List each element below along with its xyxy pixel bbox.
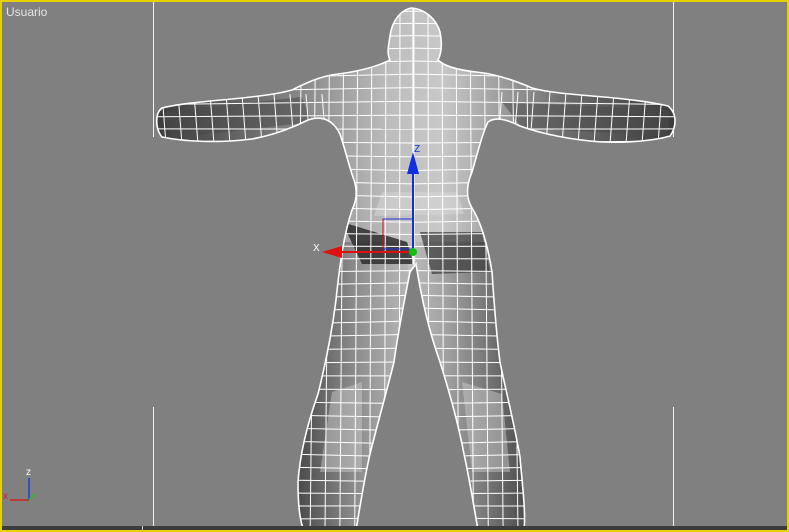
mesh-edge <box>156 491 414 495</box>
mesh-edge <box>294 8 303 530</box>
mesh-edge <box>412 477 675 483</box>
mesh-edge <box>412 35 675 41</box>
perspective-viewport[interactable]: Z X z x Usuario <box>0 0 789 532</box>
gizmo-z-label: Z <box>414 144 420 155</box>
mesh-edge <box>156 464 414 470</box>
mesh-edge <box>156 517 414 521</box>
mesh-edge <box>156 60 414 68</box>
tripod-y-axis <box>28 493 36 501</box>
tripod-x-label: x <box>3 491 8 502</box>
mesh-edge <box>525 8 534 530</box>
mesh-edge <box>412 424 675 432</box>
viewport-bottom-strip <box>2 526 787 530</box>
mesh-edge <box>156 450 414 458</box>
gizmo-y-axis-point[interactable] <box>409 248 417 256</box>
mesh-edge <box>412 47 675 55</box>
mesh-edge <box>412 22 675 28</box>
gizmo-x-label: X <box>313 243 320 254</box>
mesh-edge <box>156 10 414 14</box>
mesh-edge <box>412 464 675 470</box>
mesh-edge <box>412 10 675 14</box>
character-mesh[interactable] <box>142 2 692 530</box>
viewport-label[interactable]: Usuario <box>6 5 47 19</box>
mesh-edge <box>412 450 675 458</box>
timeline-tick <box>142 526 143 530</box>
mesh-edge <box>156 22 414 28</box>
mesh-edge <box>156 477 414 483</box>
view-axis-tripod: z x <box>3 467 36 502</box>
gizmo-x-arrow[interactable] <box>322 246 342 258</box>
mesh-edge <box>156 47 414 55</box>
mesh-edge <box>412 517 675 521</box>
mesh-edge <box>156 35 414 41</box>
mesh-edge <box>412 491 675 495</box>
tripod-z-label: z <box>26 467 31 478</box>
mesh-fill <box>156 8 675 530</box>
mesh-edge <box>412 437 675 445</box>
mesh-edge <box>412 60 675 68</box>
scene-canvas[interactable]: Z X z x <box>2 2 787 530</box>
